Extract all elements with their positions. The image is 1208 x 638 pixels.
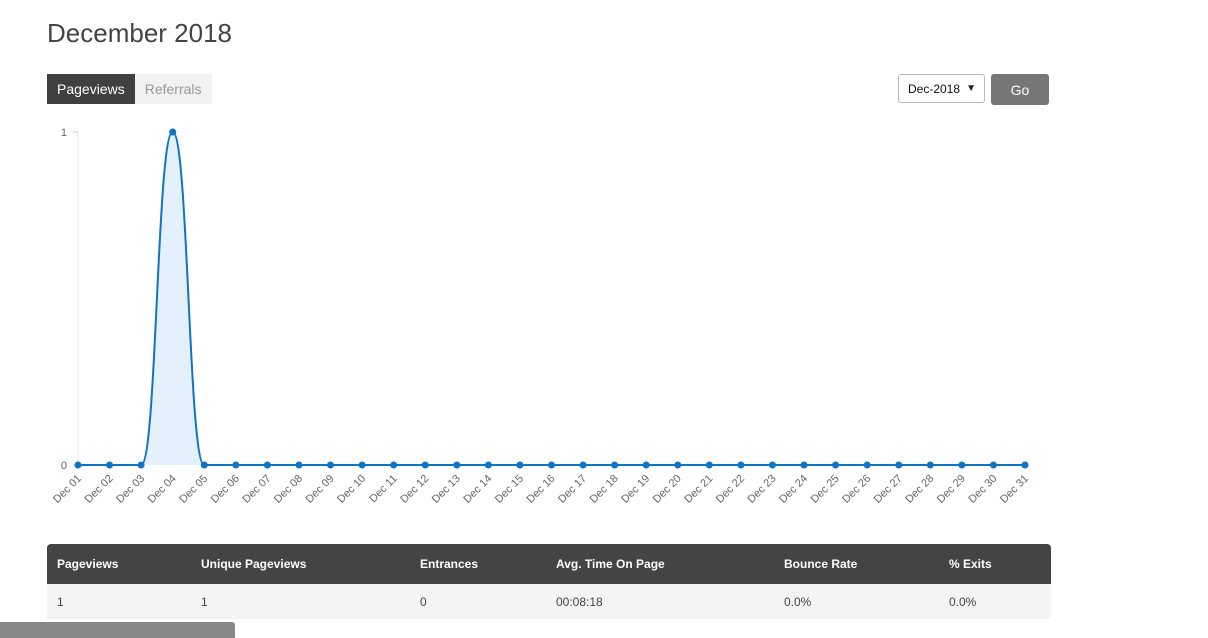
data-point-dec-25	[832, 461, 840, 469]
cell-bounce-rate: 0.0%	[784, 594, 812, 609]
data-point-dec-15	[516, 461, 524, 469]
x-tick-label: Dec 19	[619, 473, 652, 506]
x-tick-label: Dec 21	[682, 473, 715, 506]
data-point-dec-02	[106, 461, 114, 469]
data-point-dec-20	[674, 461, 682, 469]
x-tick-label: Dec 12	[398, 473, 431, 506]
data-point-dec-16	[548, 461, 555, 469]
data-point-dec-29	[958, 461, 966, 469]
table-row: 1 1 0 00:08:18 0.0% 0.0%	[47, 584, 1051, 619]
x-tick-label: Dec 25	[809, 473, 842, 506]
col-exits: % Exits	[949, 557, 992, 571]
data-point-dec-17	[579, 461, 587, 469]
x-tick-label: Dec 17	[556, 473, 589, 506]
x-tick-label: Dec 05	[177, 473, 210, 506]
data-point-dec-01	[74, 461, 82, 469]
x-tick-label: Dec 18	[588, 473, 621, 506]
data-point-dec-24	[800, 461, 808, 469]
x-tick-label: Dec 29	[935, 473, 968, 506]
col-pageviews: Pageviews	[57, 557, 119, 571]
x-tick-label: Dec 10	[335, 473, 368, 506]
data-point-dec-14	[484, 461, 492, 469]
x-tick-label: Dec 11	[367, 473, 400, 506]
data-point-dec-21	[705, 461, 713, 469]
x-tick-label: Dec 22	[714, 473, 747, 506]
cell-pageviews: 1	[57, 594, 64, 609]
data-point-dec-13	[453, 461, 461, 469]
data-point-dec-04	[169, 128, 177, 136]
data-point-dec-06	[232, 461, 240, 469]
x-tick-label: Dec 09	[304, 473, 337, 506]
series-line	[78, 130, 1025, 466]
data-point-dec-22	[737, 461, 745, 469]
y-tick-label: 1	[61, 127, 67, 139]
stats-header-row: Pageviews Unique Pageviews Entrances Avg…	[47, 544, 1051, 584]
x-tick-label: Dec 03	[114, 473, 147, 506]
data-point-dec-09	[327, 461, 335, 469]
data-point-dec-10	[358, 461, 366, 469]
cell-exits: 0.0%	[949, 594, 977, 609]
x-tick-label: Dec 20	[651, 473, 684, 506]
data-point-dec-07	[263, 461, 271, 469]
x-tick-label: Dec 30	[966, 473, 999, 506]
x-tick-label: Dec 08	[272, 473, 305, 506]
data-point-dec-30	[989, 461, 997, 469]
y-tick-label: 0	[61, 460, 67, 472]
cell-avg-time: 00:08:18	[556, 594, 603, 609]
col-unique-pageviews: Unique Pageviews	[201, 557, 307, 571]
x-tick-label: Dec 07	[240, 473, 273, 506]
data-point-dec-05	[200, 461, 208, 469]
col-entrances: Entrances	[420, 557, 479, 571]
data-point-dec-23	[768, 461, 776, 469]
series-area	[78, 132, 1025, 465]
pageviews-chart: 01Dec 01Dec 02Dec 03Dec 04Dec 05Dec 06De…	[51, 127, 1031, 506]
x-tick-label: Dec 24	[777, 473, 810, 506]
data-point-dec-31	[1021, 461, 1029, 469]
data-point-dec-11	[390, 461, 398, 469]
data-point-dec-03	[137, 461, 145, 469]
data-point-dec-26	[863, 461, 871, 469]
x-tick-label: Dec 26	[840, 473, 873, 506]
cell-unique-pageviews: 1	[201, 594, 208, 609]
x-tick-label: Dec 01	[51, 473, 84, 506]
x-tick-label: Dec 16	[524, 473, 557, 506]
x-tick-label: Dec 02	[83, 473, 116, 506]
data-point-dec-19	[642, 461, 650, 469]
x-tick-label: Dec 28	[903, 473, 936, 506]
col-bounce-rate: Bounce Rate	[784, 557, 858, 571]
x-tick-label: Dec 04	[146, 473, 179, 506]
data-point-dec-27	[895, 461, 903, 469]
bottom-scrollbar[interactable]	[0, 622, 235, 638]
x-tick-label: Dec 06	[209, 473, 242, 506]
x-tick-label: Dec 15	[493, 473, 526, 506]
cell-entrances: 0	[420, 594, 427, 609]
data-point-dec-08	[295, 461, 303, 469]
data-point-dec-12	[421, 461, 429, 469]
col-avg-time: Avg. Time On Page	[556, 557, 665, 571]
x-tick-label: Dec 23	[745, 473, 778, 506]
x-tick-label: Dec 27	[872, 473, 905, 506]
data-point-dec-18	[611, 461, 619, 469]
x-tick-label: Dec 14	[461, 473, 494, 506]
data-point-dec-28	[926, 461, 934, 469]
x-tick-label: Dec 31	[998, 473, 1031, 506]
x-tick-label: Dec 13	[430, 473, 463, 506]
stats-table: Pageviews Unique Pageviews Entrances Avg…	[47, 544, 1051, 619]
